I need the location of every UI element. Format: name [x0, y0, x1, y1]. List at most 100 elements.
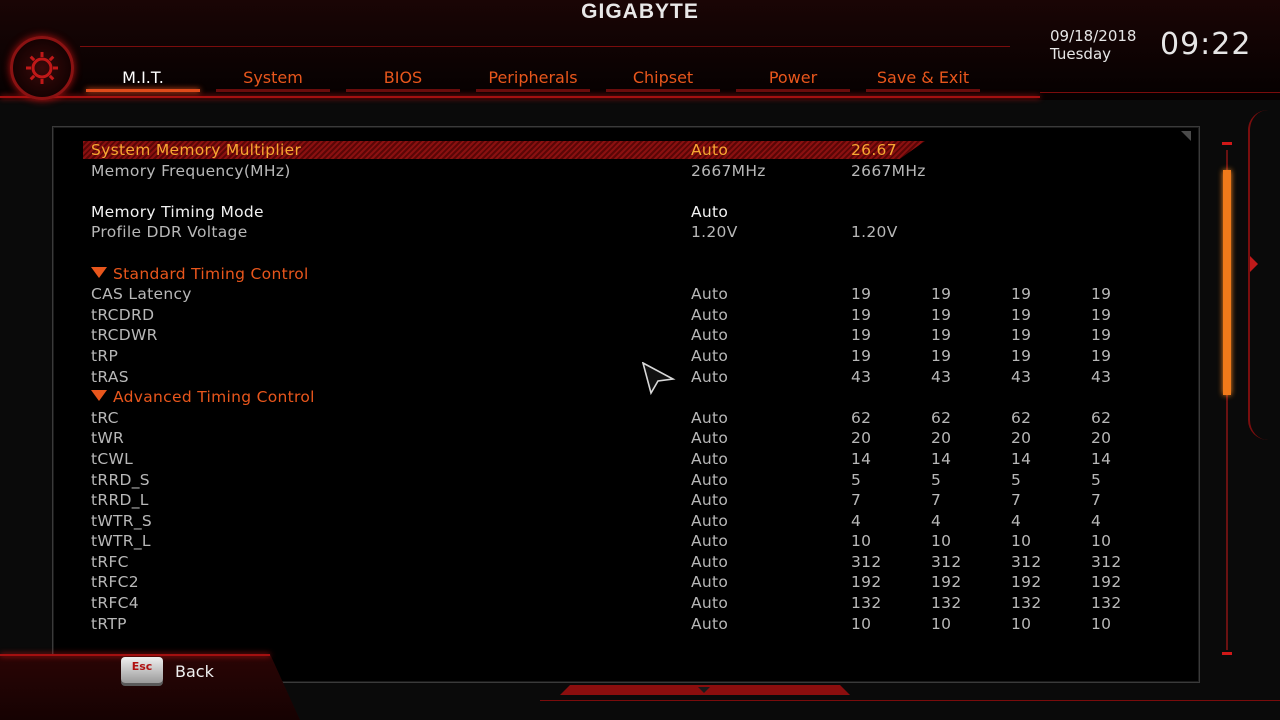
tab-peripherals[interactable]: Peripherals [476, 66, 590, 92]
scrollbar[interactable] [1222, 142, 1232, 658]
channel-value: 10 [1011, 532, 1032, 551]
channel-value: 19 [851, 326, 872, 345]
section-standard-timing-control[interactable]: Standard Timing Control [91, 264, 1191, 285]
timing-row[interactable]: tRCDWR Auto 19 19 19 19 [91, 325, 1191, 346]
channel-value: 10 [1091, 614, 1112, 633]
settings-panel: System Memory Multiplier Auto 26.67 Memo… [52, 126, 1200, 683]
timing-mode: Auto [691, 449, 729, 468]
tab-underline [86, 89, 200, 92]
channel-value: 10 [931, 614, 952, 633]
timing-mode: Auto [691, 594, 729, 613]
setting-value: 2667MHz [851, 161, 926, 180]
channel-value: 20 [851, 429, 872, 448]
timing-row[interactable]: tRFC Auto 312 312 312 312 [91, 552, 1191, 573]
timing-row[interactable]: tRP Auto 19 19 19 19 [91, 346, 1191, 367]
section-title: Advanced Timing Control [113, 388, 315, 407]
timing-mode: Auto [691, 305, 729, 324]
setting-value: 1.20V [851, 223, 898, 242]
timing-row[interactable]: tWTR_S Auto 4 4 4 4 [91, 511, 1191, 532]
bottom-notch-icon [698, 687, 710, 693]
channel-value: 7 [1011, 491, 1022, 510]
timing-row[interactable]: tWR Auto 20 20 20 20 [91, 428, 1191, 449]
tab-power[interactable]: Power [736, 66, 850, 92]
setting-mode: 1.20V [691, 223, 738, 242]
setting-memory-timing-mode[interactable]: Memory Timing Mode Auto [91, 202, 1191, 223]
tab-bios[interactable]: BIOS [346, 66, 460, 92]
channel-value: 4 [931, 511, 942, 530]
timing-mode: Auto [691, 552, 729, 571]
tab-mit[interactable]: M.I.T. [86, 66, 200, 92]
timing-mode: Auto [691, 573, 729, 592]
timing-row[interactable]: tCWL Auto 14 14 14 14 [91, 449, 1191, 470]
channel-value: 192 [1011, 573, 1042, 592]
timing-label: tCWL [91, 449, 134, 468]
channel-value: 43 [1091, 367, 1112, 386]
section-advanced-timing-control[interactable]: Advanced Timing Control [91, 387, 1191, 408]
timing-row[interactable]: tRRD_S Auto 5 5 5 5 [91, 470, 1191, 491]
tab-save-exit[interactable]: Save & Exit [866, 66, 980, 92]
section-header: Standard Timing Control [91, 264, 309, 285]
tab-label: Save & Exit [876, 68, 970, 87]
setting-mode: 2667MHz [691, 161, 766, 180]
setting-value: 26.67 [851, 141, 897, 159]
setting-label: Profile DDR Voltage [91, 223, 248, 242]
channel-value: 5 [1011, 470, 1022, 489]
tab-label: BIOS [383, 68, 423, 87]
channel-value: 19 [931, 305, 952, 324]
bottom-right-line [540, 700, 1280, 701]
setting-mode: Auto [691, 141, 729, 159]
timing-label: tRCDWR [91, 326, 158, 345]
timing-label: tRAS [91, 367, 129, 386]
timing-label: tRRD_L [91, 491, 149, 510]
setting-label: System Memory Multiplier [91, 141, 302, 159]
channel-value: 19 [1011, 346, 1032, 365]
setting-system-memory-multiplier[interactable]: System Memory Multiplier Auto 26.67 [83, 140, 1191, 161]
top-frame-line [0, 96, 1040, 98]
side-arrow-icon [1250, 256, 1258, 272]
tab-underline [346, 89, 460, 92]
scrollbar-thumb[interactable] [1223, 170, 1231, 395]
timing-row[interactable]: tRCDRD Auto 19 19 19 19 [91, 305, 1191, 326]
timing-row[interactable]: tRC Auto 62 62 62 62 [91, 408, 1191, 429]
timing-row[interactable]: tRFC2 Auto 192 192 192 192 [91, 572, 1191, 593]
channel-value: 132 [931, 594, 962, 613]
channel-value: 312 [931, 552, 962, 571]
weekday-text: Tuesday [1050, 45, 1112, 63]
channel-value: 19 [1091, 305, 1112, 324]
timing-mode: Auto [691, 367, 729, 386]
timing-mode: Auto [691, 532, 729, 551]
setting-mode: Auto [691, 202, 729, 221]
setting-profile-ddr-voltage: Profile DDR Voltage 1.20V 1.20V [91, 222, 1191, 243]
esc-key-icon[interactable]: Esc [121, 657, 163, 683]
timing-label: tWTR_L [91, 532, 151, 551]
triangle-down-icon [91, 266, 107, 278]
channel-value: 62 [1091, 408, 1112, 427]
side-frame-decoration [1248, 110, 1280, 440]
channel-value: 19 [1011, 305, 1032, 324]
timing-row[interactable]: tRAS Auto 43 43 43 43 [91, 367, 1191, 388]
channel-value: 312 [851, 552, 882, 571]
timing-label: tRC [91, 408, 119, 427]
channel-value: 19 [1091, 285, 1112, 304]
tab-system[interactable]: System [216, 66, 330, 92]
timing-row[interactable]: tRTP Auto 10 10 10 10 [91, 614, 1191, 635]
channel-value: 4 [851, 511, 862, 530]
tab-chipset[interactable]: Chipset [606, 66, 720, 92]
timing-mode: Auto [691, 491, 729, 510]
channel-value: 5 [931, 470, 942, 489]
channel-value: 312 [1091, 552, 1122, 571]
tab-label: Power [768, 68, 818, 87]
gear-icon[interactable] [10, 36, 74, 100]
tab-underline [736, 89, 850, 92]
channel-value: 132 [1091, 594, 1122, 613]
timing-row[interactable]: tWTR_L Auto 10 10 10 10 [91, 531, 1191, 552]
timing-row[interactable]: tRRD_L Auto 7 7 7 7 [91, 490, 1191, 511]
scrollbar-cap-bottom [1222, 652, 1232, 655]
channel-value: 19 [931, 326, 952, 345]
setting-memory-frequency: Memory Frequency(MHz) 2667MHz 2667MHz [91, 161, 1191, 182]
timing-row[interactable]: tRFC4 Auto 132 132 132 132 [91, 593, 1191, 614]
channel-value: 132 [851, 594, 882, 613]
back-button[interactable]: Back [175, 662, 214, 681]
timing-row[interactable]: CAS Latency Auto 19 19 19 19 [91, 284, 1191, 305]
